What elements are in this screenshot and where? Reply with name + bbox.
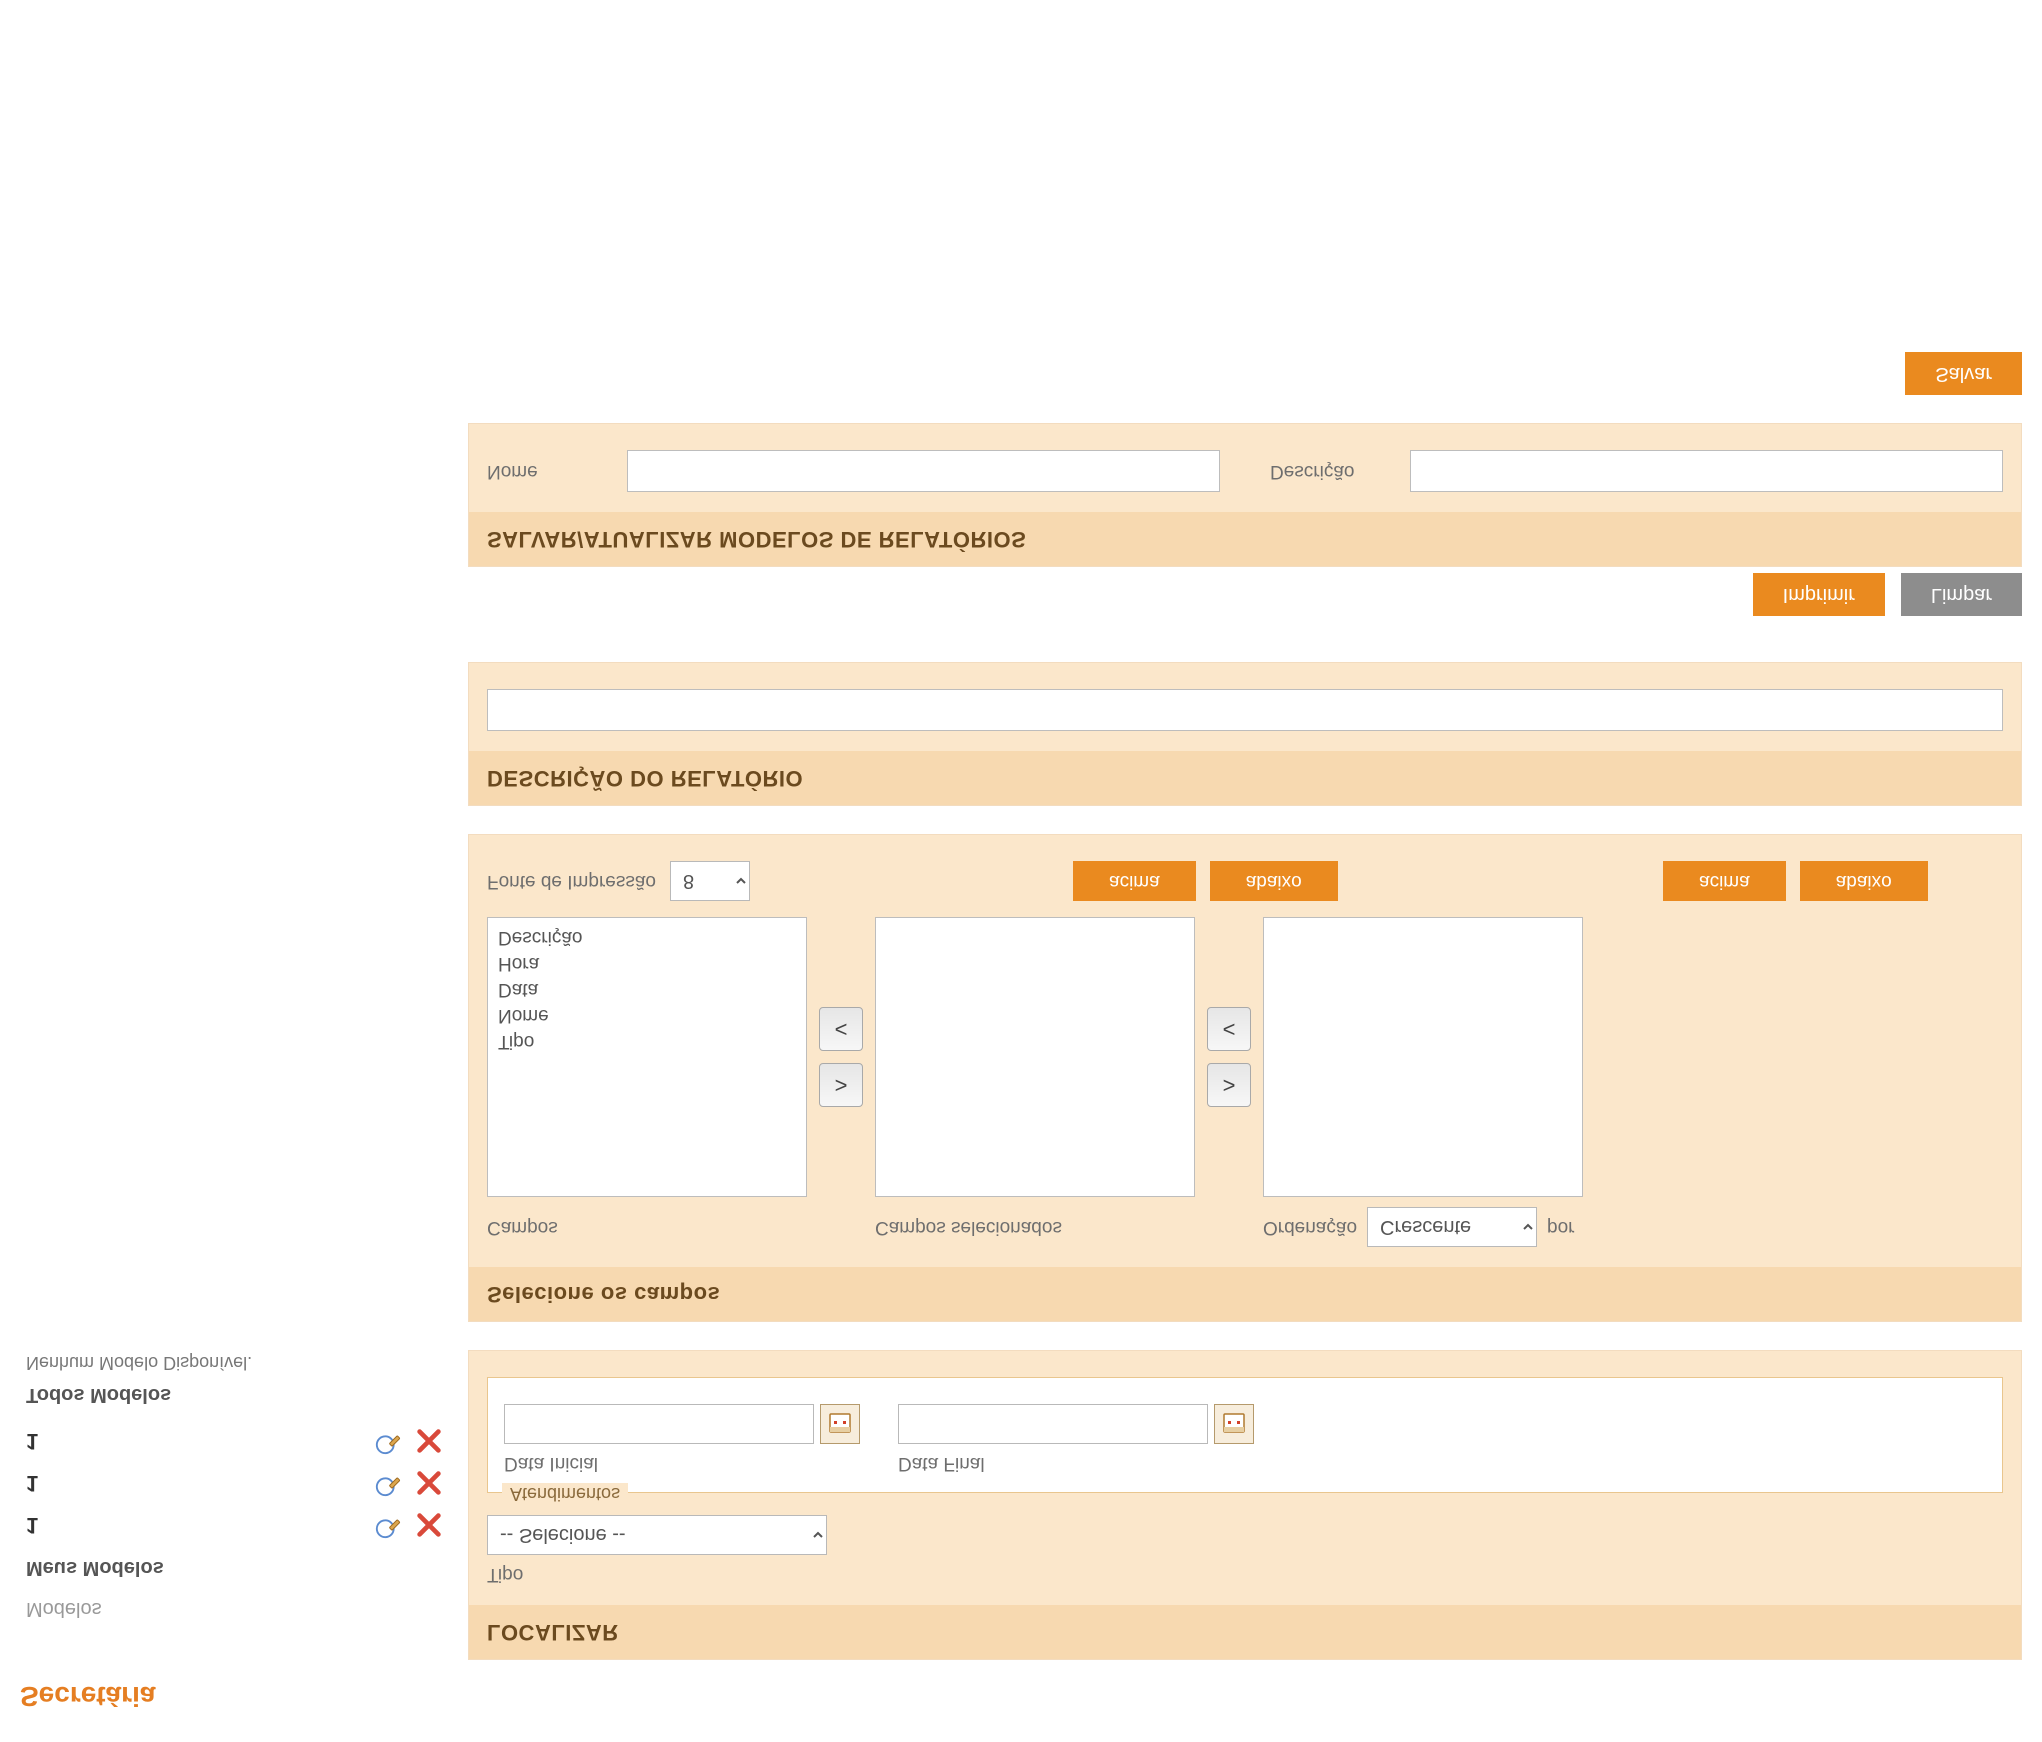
model-label: 1 [26,1470,38,1496]
imprimir-button[interactable]: Imprimir [1753,573,1885,616]
selecionados-label: Campos selecionados [875,1207,1195,1247]
ordenacao-label: Ordenação [1263,1216,1357,1238]
calendar-icon[interactable] [820,1404,860,1444]
fieldset-legend: Atendimentos [502,1483,628,1504]
por-label: por [1547,1216,1574,1238]
descricao-panel: DESCRIÇÃO DO RELATÓRIO [468,662,2022,806]
descricao2-input[interactable] [1410,450,2003,492]
salvar-modelo-panel: SALVAR/ATUALIZAR MODELOS DE RELATÓRIOS N… [468,423,2022,567]
list-item[interactable]: Nome [496,1002,798,1028]
data-inicial-input[interactable] [504,1404,814,1444]
campos-listbox[interactable]: Descrição Hora Data Nome Tipo [487,917,807,1197]
ordenacao-select[interactable]: Crescente [1367,1207,1537,1247]
descricao2-label: Descrição [1270,460,1380,482]
fonte-select[interactable]: 8 [670,861,750,901]
salvar-modelo-header: SALVAR/ATUALIZAR MODELOS DE RELATÓRIOS [469,512,2021,566]
abaixo-button[interactable]: abaixo [1210,861,1338,901]
all-models-heading: Todos Modelos [20,1383,450,1406]
list-item[interactable]: Descrição [496,924,798,950]
sidebar-heading: Modelos [20,1597,450,1620]
data-inicial-label: Data Inicial [504,1452,860,1474]
nome-input[interactable] [627,450,1220,492]
selecionados-listbox[interactable] [875,917,1195,1197]
model-label: 1 [26,1512,38,1538]
list-item[interactable]: Data [496,976,798,1002]
no-model-text: Nenhum Modelo Disponível. [20,1352,450,1373]
move-right-button[interactable]: > [1207,1063,1251,1107]
salvar-button[interactable]: Salvar [1905,352,2022,395]
acima-button[interactable]: acima [1073,861,1196,901]
descricao-input[interactable] [487,689,2003,731]
fonte-label: Fonte de Impressão [487,870,656,892]
campos-header: Selecione os campos [469,1267,2021,1321]
model-row[interactable]: 1 [20,1462,450,1504]
atendimentos-fieldset: Atendimentos Data Inicial [487,1377,2003,1493]
abaixo-button[interactable]: abaixo [1800,861,1928,901]
data-final-label: Data Final [898,1452,1254,1474]
nome-label: Nome [487,460,597,482]
calendar-icon[interactable] [1214,1404,1254,1444]
delete-icon[interactable] [414,1468,444,1498]
actions-bar: Imprimir Limpar [468,567,2022,634]
model-row[interactable]: 1 [20,1420,450,1462]
sidebar: Modelos Meus Modelos 1 1 [20,352,450,1660]
tipo-select[interactable]: -- Selecione -- [487,1515,827,1555]
localizar-panel: LOCALIZAR Tipo -- Selecione -- Atendimen… [468,1350,2022,1660]
list-item[interactable]: Hora [496,950,798,976]
edit-icon[interactable] [374,1426,404,1456]
ordenacao-listbox[interactable] [1263,917,1583,1197]
limpar-button[interactable]: Limpar [1901,573,2022,616]
model-row[interactable]: 1 [20,1504,450,1546]
my-models-heading: Meus Modelos [20,1556,450,1579]
edit-icon[interactable] [374,1468,404,1498]
main: LOCALIZAR Tipo -- Selecione -- Atendimen… [468,352,2022,1660]
edit-icon[interactable] [374,1510,404,1540]
move-right-button[interactable]: > [819,1063,863,1107]
descricao-header: DESCRIÇÃO DO RELATÓRIO [469,751,2021,805]
list-item[interactable]: Tipo [496,1028,798,1054]
model-label: 1 [26,1428,38,1454]
acima-button[interactable]: acima [1663,861,1786,901]
move-left-button[interactable]: < [819,1007,863,1051]
tipo-label: Tipo [487,1563,2003,1585]
data-final-input[interactable] [898,1404,1208,1444]
page-title: Secretária [20,1680,2022,1712]
delete-icon[interactable] [414,1426,444,1456]
delete-icon[interactable] [414,1510,444,1540]
campos-label: Campos [487,1207,807,1247]
localizar-header: LOCALIZAR [469,1605,2021,1659]
campos-panel: Selecione os campos Campos Descrição Hor… [468,834,2022,1322]
move-left-button[interactable]: < [1207,1007,1251,1051]
